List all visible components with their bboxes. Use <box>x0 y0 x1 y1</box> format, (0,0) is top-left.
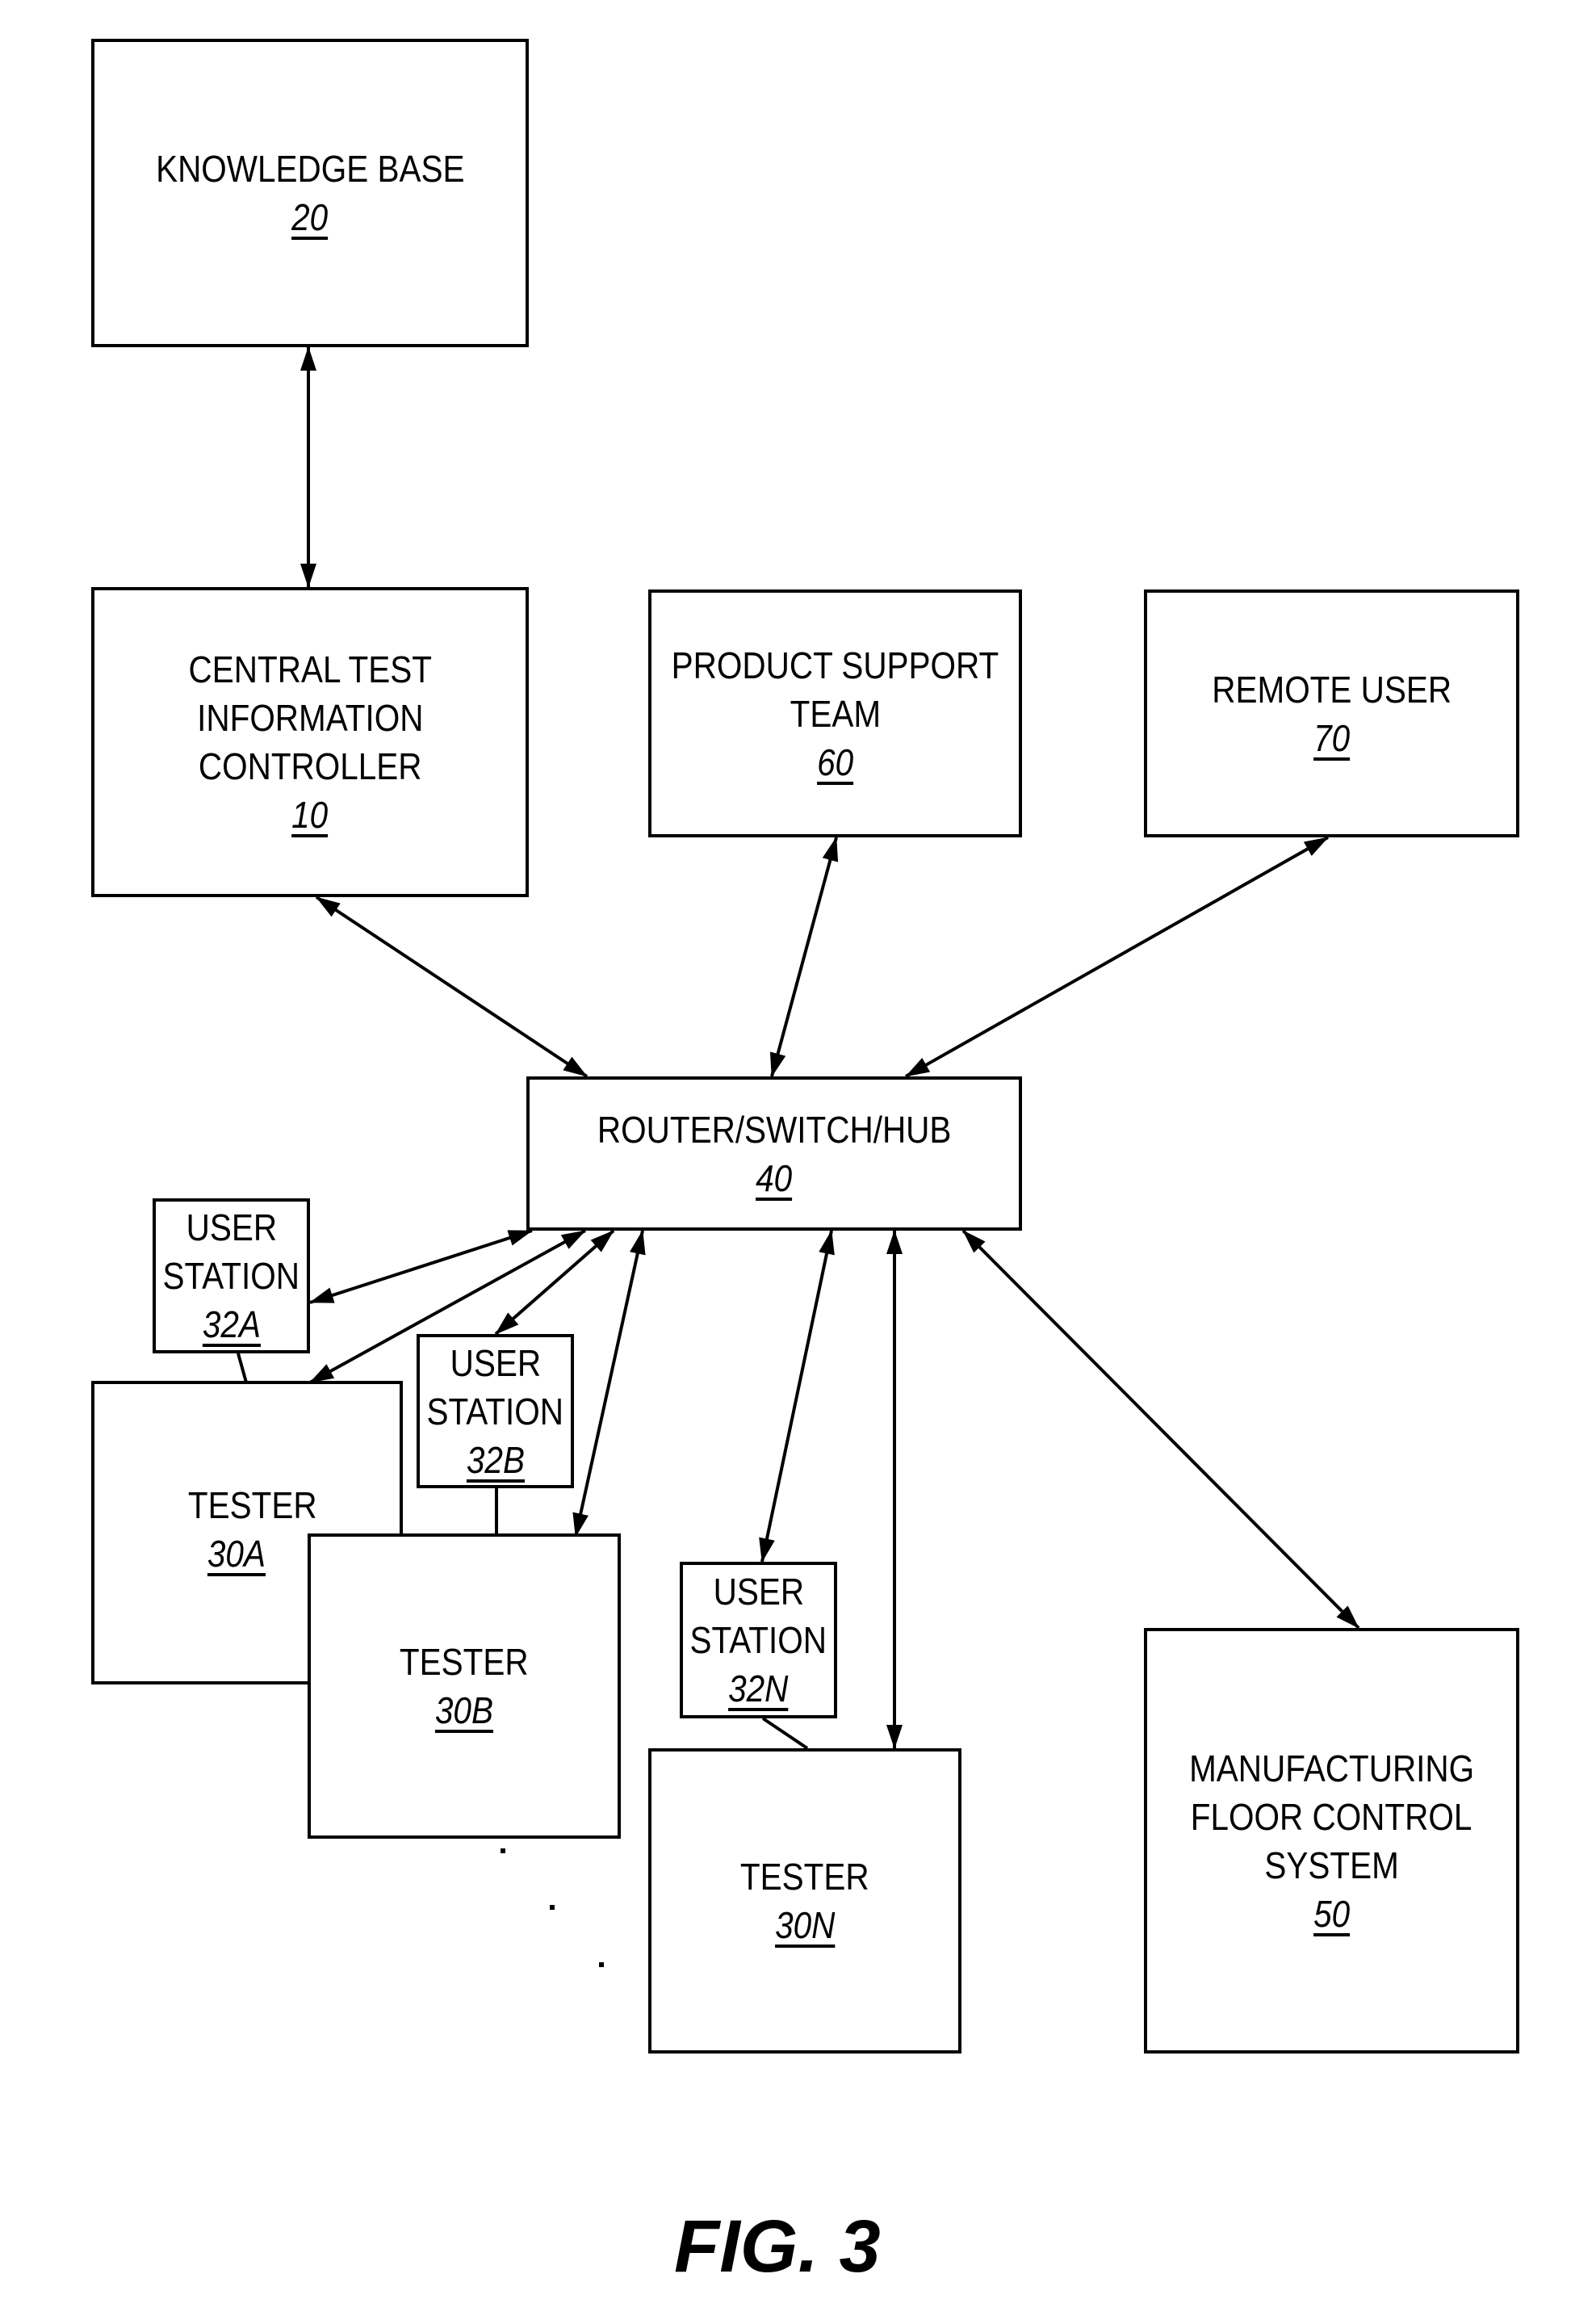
ellipsis-dot-1 <box>501 1848 505 1853</box>
remote-user-ref: 70 <box>1313 716 1351 759</box>
controller-box: CENTRAL TEST INFORMATION CONTROLLER 10 <box>91 587 529 897</box>
user-station-n-line2: STATION <box>689 1619 827 1661</box>
edge-remote-router <box>905 836 1329 1078</box>
user-station-b-line2: STATION <box>426 1390 564 1433</box>
router-ref: 40 <box>756 1156 793 1199</box>
router-label: ROUTER/SWITCH/HUB <box>597 1108 952 1151</box>
edge-station-a-router <box>309 1229 533 1304</box>
tester-b-label: TESTER <box>400 1641 529 1683</box>
user-station-n-line1: USER <box>713 1571 804 1613</box>
ellipsis-dot-2 <box>550 1905 555 1910</box>
edge-support-router <box>769 837 839 1077</box>
link-station-n-tester-n <box>761 1717 809 1750</box>
figure-label: FIG. 3 <box>674 2205 881 2288</box>
knowledge-base-label: KNOWLEDGE BASE <box>155 148 465 190</box>
user-station-a-box: USER STATION 32A <box>153 1198 310 1353</box>
user-station-n-ref: 32N <box>728 1668 789 1710</box>
user-station-n-box: USER STATION 32N <box>680 1562 837 1718</box>
user-station-b-line1: USER <box>450 1341 541 1384</box>
tester-a-label: TESTER <box>187 1484 317 1526</box>
tester-n-ref: 30N <box>774 1904 836 1946</box>
edge-controller-router <box>315 896 589 1078</box>
router-box: ROUTER/SWITCH/HUB 40 <box>526 1076 1022 1231</box>
remote-user-box: REMOTE USER 70 <box>1144 589 1519 837</box>
tester-b-ref: 30B <box>434 1689 494 1731</box>
link-station-a-tester-a <box>237 1353 248 1383</box>
user-station-a-line2: STATION <box>162 1255 300 1297</box>
product-support-ref: 60 <box>816 740 854 783</box>
mfg-floor-line3: SYSTEM <box>1264 1844 1399 1886</box>
controller-label-line3: CONTROLLER <box>198 745 422 787</box>
tester-b-box: TESTER 30B <box>308 1533 621 1839</box>
tester-a-ref: 30A <box>207 1533 266 1575</box>
ellipsis-dot-3 <box>599 1962 604 1967</box>
edge-mfg-router <box>961 1229 1360 1630</box>
product-support-box: PRODUCT SUPPORT TEAM 60 <box>648 589 1022 837</box>
product-support-line2: TEAM <box>790 692 881 735</box>
product-support-line1: PRODUCT SUPPORT <box>671 644 999 686</box>
mfg-floor-box: MANUFACTURING FLOOR CONTROL SYSTEM 50 <box>1144 1628 1519 2054</box>
user-station-b-box: USER STATION 32B <box>417 1334 574 1488</box>
edge-tester-b-router <box>572 1230 646 1538</box>
knowledge-base-box: KNOWLEDGE BASE 20 <box>91 39 529 347</box>
controller-label-line2: INFORMATION <box>196 697 424 739</box>
mfg-floor-line1: MANUFACTURING <box>1188 1747 1475 1789</box>
edge-station-n-router <box>759 1230 835 1563</box>
controller-ref: 10 <box>291 794 329 836</box>
user-station-a-line1: USER <box>186 1206 277 1248</box>
tester-n-box: TESTER 30N <box>648 1748 961 2054</box>
user-station-b-ref: 32B <box>466 1438 525 1481</box>
controller-label-line1: CENTRAL TEST <box>188 648 432 690</box>
mfg-floor-ref: 50 <box>1313 1892 1351 1935</box>
tester-n-label: TESTER <box>740 1856 869 1898</box>
user-station-a-ref: 32A <box>202 1303 261 1345</box>
mfg-floor-line2: FLOOR CONTROL <box>1191 1795 1472 1838</box>
remote-user-label: REMOTE USER <box>1212 668 1451 711</box>
knowledge-base-ref: 20 <box>291 196 329 238</box>
